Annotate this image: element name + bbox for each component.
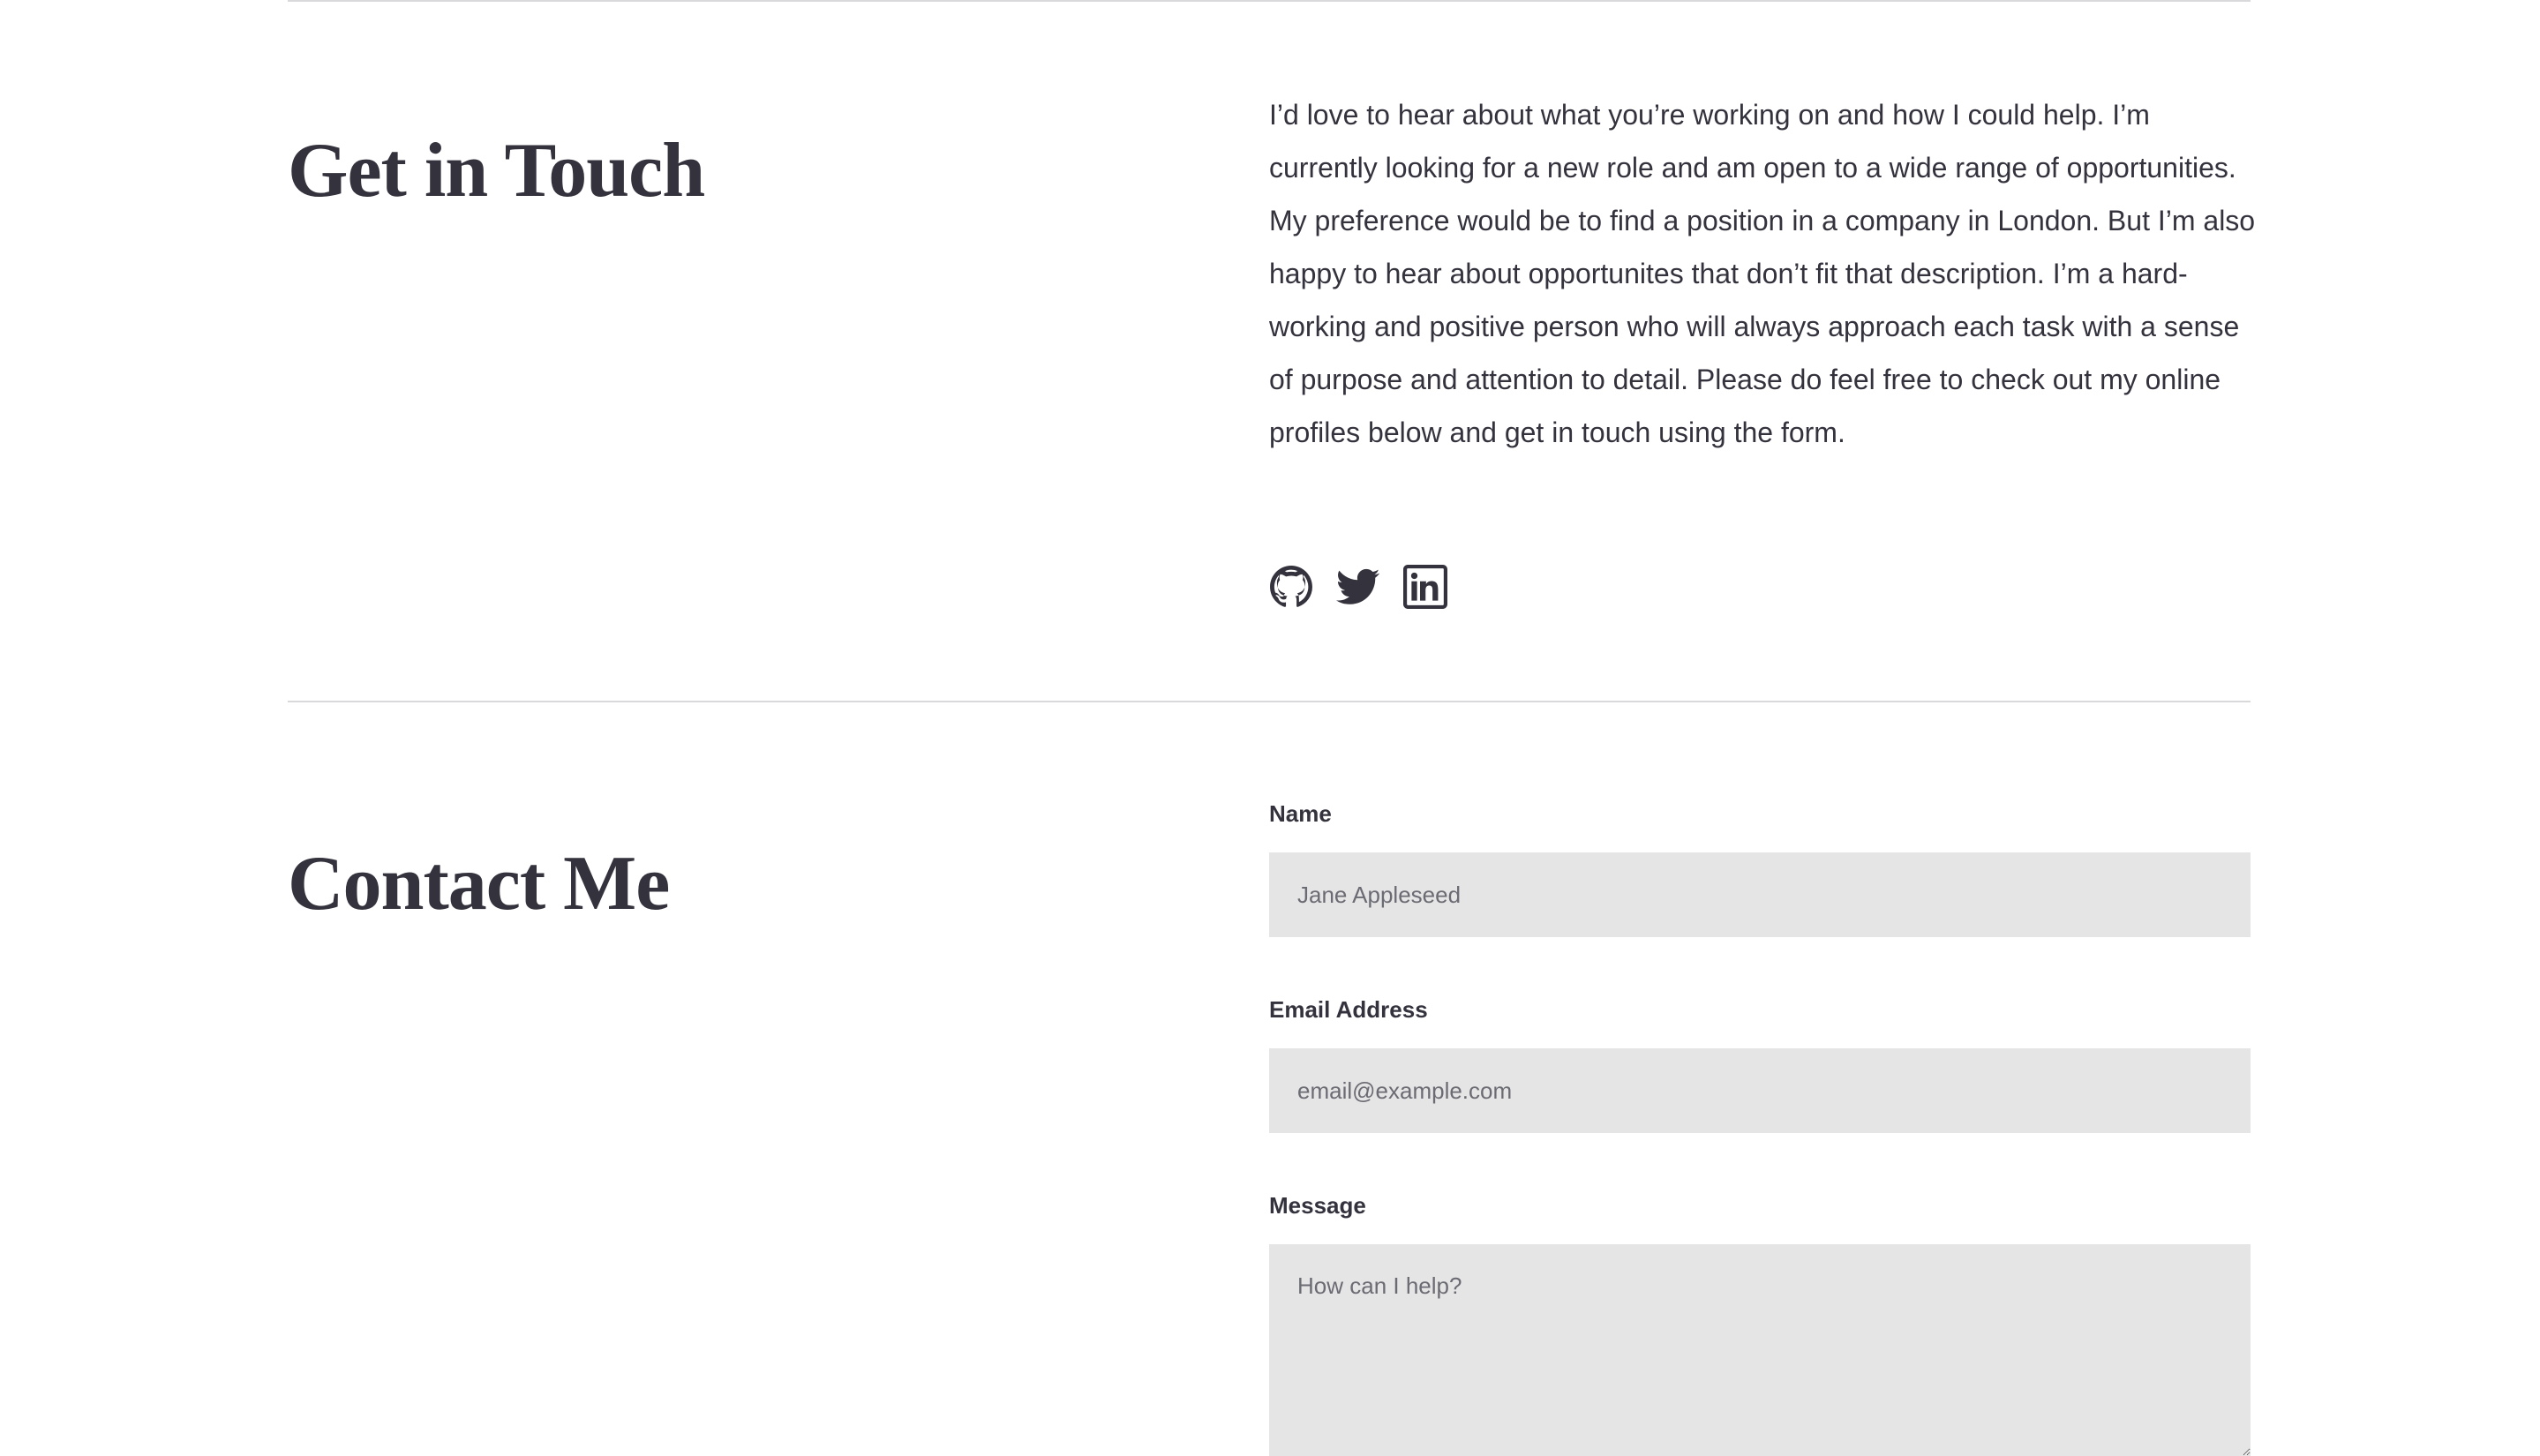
message-textarea[interactable]	[1269, 1244, 2251, 1456]
linkedin-link[interactable]	[1403, 565, 1447, 609]
github-link[interactable]	[1269, 565, 1313, 609]
name-group: Name	[1269, 794, 2251, 937]
email-label: Email Address	[1269, 996, 1428, 1023]
name-label: Name	[1269, 800, 1332, 827]
github-icon	[1270, 566, 1312, 607]
twitter-icon	[1336, 568, 1380, 604]
section-divider	[288, 701, 2251, 702]
message-label: Message	[1269, 1192, 1366, 1219]
email-group: Email Address	[1269, 990, 2251, 1133]
twitter-link[interactable]	[1336, 565, 1380, 609]
social-links	[1269, 565, 1447, 609]
get-in-touch-heading: Get in Touch	[288, 128, 705, 214]
intro-paragraph: I’d love to hear about what you’re worki…	[1269, 99, 2256, 448]
email-input[interactable]	[1269, 1048, 2251, 1133]
linkedin-icon	[1403, 565, 1447, 609]
message-group: Message	[1269, 1186, 2251, 1456]
contact-form: Name Email Address Message	[1269, 794, 2251, 1456]
section-divider-top	[288, 0, 2251, 2]
name-input[interactable]	[1269, 852, 2251, 937]
contact-me-heading: Contact Me	[288, 841, 670, 927]
